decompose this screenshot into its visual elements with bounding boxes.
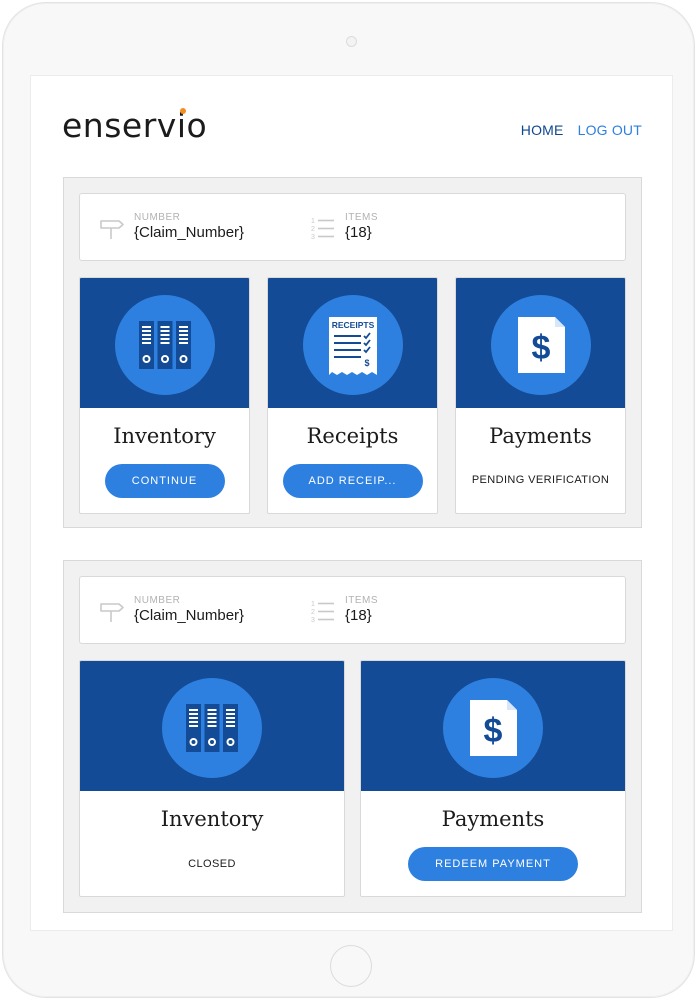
- card-icon-circle: [162, 678, 262, 778]
- claim-items-value: {18}: [345, 607, 372, 624]
- card-title: Inventory: [160, 807, 264, 831]
- claim-number-label: NUMBER: [134, 595, 181, 606]
- claim-number-group: NUMBER {Claim_Number}: [99, 212, 244, 242]
- add-receipt-button[interactable]: ADD RECEIP...: [282, 464, 423, 498]
- card-banner: $: [456, 278, 625, 408]
- receipts-card: RECEIPTS $ Receipts ADD RECEIP...: [267, 277, 438, 514]
- dollar-document-icon: $: [470, 700, 517, 756]
- claim-info-bar: NUMBER {Claim_Number} 1 2 3 ITEMS {18}: [79, 193, 626, 261]
- tablet-frame: enservi o HOME LOG OUT NUMBER {Claim_Numb…: [2, 2, 695, 998]
- svg-text:$: $: [484, 712, 503, 750]
- logo-text-start: enserv: [62, 106, 177, 145]
- binders-icon: [186, 704, 238, 752]
- payment-status: PENDING VERIFICATION: [471, 474, 610, 486]
- enservio-logo[interactable]: enservi o: [62, 104, 207, 148]
- svg-text:1: 1: [311, 218, 315, 225]
- claim-number-group: NUMBER {Claim_Number}: [99, 595, 244, 625]
- claim-info-bar: NUMBER {Claim_Number} 1 2 3 ITEMS {18}: [79, 576, 626, 644]
- card-banner: RECEIPTS $: [268, 278, 437, 408]
- claim-panel: NUMBER {Claim_Number} 1 2 3 ITEMS {18} I…: [63, 177, 642, 528]
- card-icon-circle: $: [490, 295, 591, 395]
- svg-text:2: 2: [311, 609, 315, 616]
- claim-items-label: ITEMS: [345, 212, 379, 223]
- app-screen: enservi o HOME LOG OUT NUMBER {Claim_Numb…: [30, 75, 673, 931]
- svg-text:$: $: [531, 329, 550, 367]
- continue-button[interactable]: CONTINUE: [104, 464, 225, 498]
- logo-letter-i: i: [177, 104, 187, 148]
- card-title: Payments: [489, 424, 592, 448]
- claim-items-group: 1 2 3 ITEMS {18}: [310, 212, 378, 242]
- svg-text:3: 3: [311, 234, 315, 241]
- logo-accent-dot: [179, 108, 186, 114]
- tablet-home-button[interactable]: [330, 945, 372, 987]
- binders-icon: [138, 321, 191, 369]
- payments-card: $ Payments PENDING VERIFICATION: [455, 277, 626, 514]
- svg-text:3: 3: [311, 617, 315, 624]
- card-icon-circle: RECEIPTS $: [302, 295, 403, 395]
- card-banner: [80, 278, 249, 408]
- claim-number-label: NUMBER: [134, 212, 181, 223]
- receipt-icon: RECEIPTS $: [328, 317, 377, 375]
- claim-items-group: 1 2 3 ITEMS {18}: [310, 595, 378, 625]
- nav-logout-link[interactable]: LOG OUT: [578, 122, 642, 138]
- card-icon-circle: [114, 295, 215, 395]
- claim-items-value: {18}: [345, 224, 372, 241]
- top-nav: HOME LOG OUT: [521, 122, 642, 138]
- tablet-camera: [346, 36, 357, 47]
- signpost-icon: [100, 603, 124, 622]
- card-title: Receipts: [306, 424, 399, 448]
- numbered-list-icon: 1 2 3: [311, 601, 334, 624]
- card-title: Payments: [441, 807, 545, 831]
- numbered-list-icon: 1 2 3: [311, 218, 334, 241]
- claim-number-value: {Claim_Number}: [134, 607, 245, 624]
- svg-text:$: $: [364, 358, 369, 368]
- nav-home-link[interactable]: HOME: [521, 122, 564, 138]
- inventory-card: Inventory CONTINUE: [79, 277, 250, 514]
- svg-text:2: 2: [311, 226, 315, 233]
- card-banner: $: [361, 661, 625, 791]
- card-icon-circle: $: [443, 678, 543, 778]
- payments-card: $ Payments REDEEM PAYMENT: [360, 660, 626, 897]
- claim-items-label: ITEMS: [345, 595, 379, 606]
- logo-text-end: o: [186, 106, 208, 145]
- signpost-icon: [100, 220, 124, 239]
- dollar-document-icon: $: [517, 317, 565, 373]
- inventory-status: CLOSED: [188, 858, 236, 870]
- claim-number-value: {Claim_Number}: [134, 224, 245, 241]
- inventory-card: Inventory CLOSED: [79, 660, 345, 897]
- claim-panel: NUMBER {Claim_Number} 1 2 3 ITEMS {18} I…: [63, 560, 642, 913]
- redeem-payment-button[interactable]: REDEEM PAYMENT: [408, 847, 578, 881]
- receipt-icon-text: RECEIPTS: [331, 320, 374, 330]
- svg-text:1: 1: [311, 601, 315, 608]
- card-title: Inventory: [113, 424, 216, 448]
- card-banner: [80, 661, 344, 791]
